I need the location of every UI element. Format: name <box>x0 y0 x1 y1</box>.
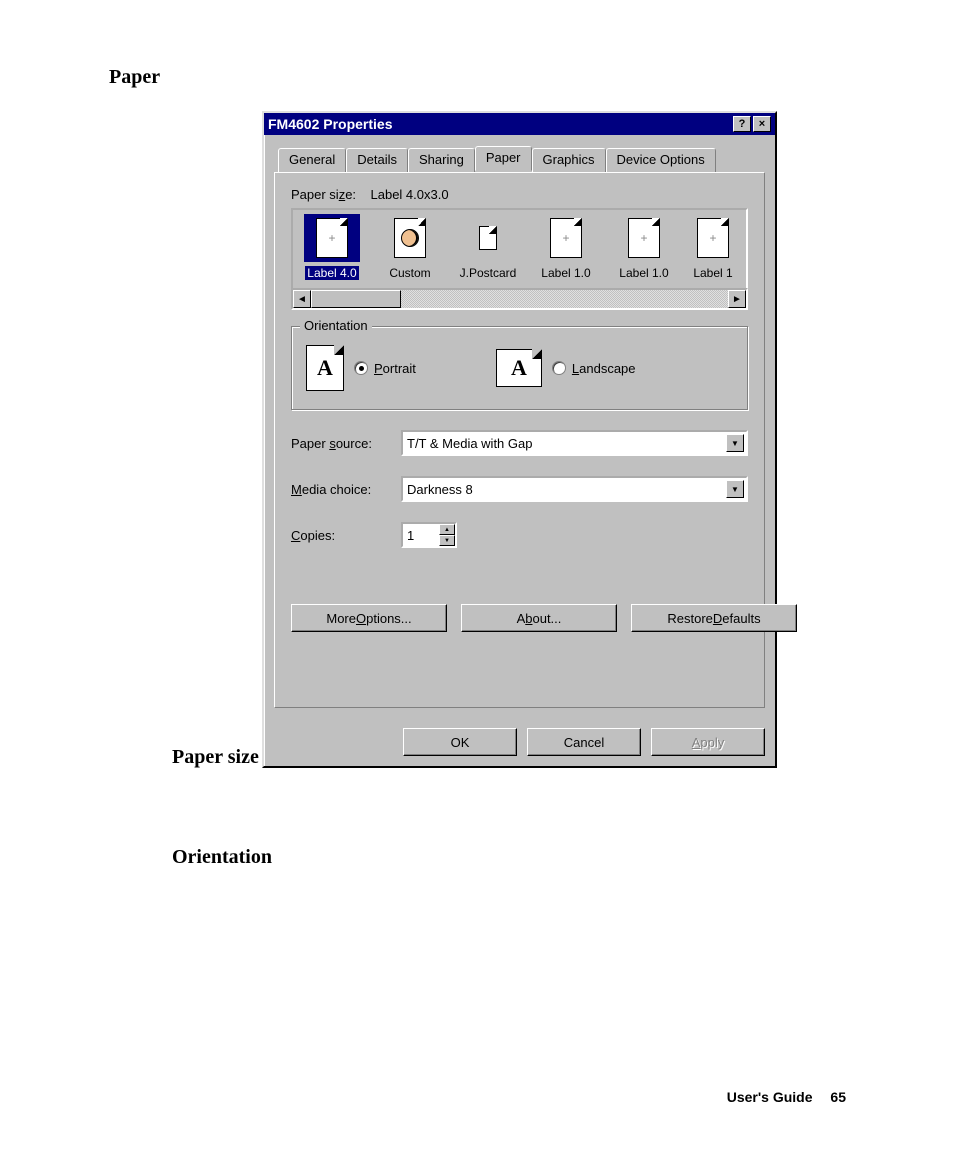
heading-paper: Paper <box>109 66 160 89</box>
tab-panel-paper: Paper size: Label 4.0x3.0 + Label 4.0 Cu… <box>274 172 765 708</box>
media-choice-label: Media choice: <box>291 482 401 497</box>
tab-general[interactable]: General <box>278 148 346 173</box>
paper-item-label10a[interactable]: + Label 1.0 <box>527 212 605 288</box>
spinner-up-icon[interactable]: ▲ <box>439 524 455 535</box>
cancel-button[interactable]: Cancel <box>527 728 641 756</box>
scroll-right-icon[interactable]: ► <box>728 290 746 308</box>
tab-paper[interactable]: Paper <box>475 146 532 171</box>
more-options-button[interactable]: More Options... <box>291 604 447 632</box>
paper-item-label10b[interactable]: + Label 1.0 <box>605 212 683 288</box>
heading-orientation: Orientation <box>172 846 272 869</box>
portrait-icon: A <box>306 345 344 391</box>
paper-item-label: Custom <box>389 266 430 280</box>
page-icon: + <box>697 218 729 258</box>
spinner-down-icon[interactable]: ▼ <box>439 535 455 546</box>
tab-sharing[interactable]: Sharing <box>408 148 475 173</box>
tab-graphics[interactable]: Graphics <box>532 148 606 173</box>
help-icon[interactable]: ? <box>733 116 751 132</box>
media-choice-combo[interactable]: Darkness 8 ▼ <box>401 476 748 502</box>
scroll-thumb[interactable] <box>311 290 401 308</box>
paper-source-value: T/T & Media with Gap <box>407 436 532 451</box>
paper-item-label1[interactable]: + Label 1 <box>683 212 743 288</box>
ok-button[interactable]: OK <box>403 728 517 756</box>
landscape-label: Landscape <box>572 361 636 376</box>
radio-dot-icon <box>354 361 368 375</box>
paper-item-custom[interactable]: Custom <box>371 212 449 288</box>
scroll-left-icon[interactable]: ◄ <box>293 290 311 308</box>
orientation-legend: Orientation <box>300 318 372 333</box>
titlebar[interactable]: FM4602 Properties ? × <box>264 113 775 135</box>
landscape-icon: A <box>496 349 542 387</box>
paper-item-label40[interactable]: + Label 4.0 <box>293 212 371 288</box>
tab-strip: General Details Sharing Paper Graphics D… <box>278 147 765 172</box>
about-button[interactable]: About... <box>461 604 617 632</box>
paper-item-jpostcard[interactable]: J.Postcard <box>449 212 527 288</box>
paper-list-scrollbar[interactable]: ◄ ► <box>291 288 748 310</box>
footer-label: User's Guide <box>727 1089 813 1105</box>
portrait-radio[interactable]: Portrait <box>354 361 416 376</box>
page-icon: + <box>628 218 660 258</box>
dialog-title: FM4602 Properties <box>268 116 393 132</box>
paper-size-list[interactable]: + Label 4.0 Custom J.Postcard + Label 1.… <box>291 208 748 290</box>
page-footer: User's Guide 65 <box>727 1089 846 1105</box>
apply-button[interactable]: Apply <box>651 728 765 756</box>
paper-item-label: Label 4.0 <box>305 266 358 280</box>
chevron-down-icon[interactable]: ▼ <box>726 434 744 452</box>
custom-icon <box>394 218 426 258</box>
scroll-track[interactable] <box>311 290 728 308</box>
page-icon: + <box>316 218 348 258</box>
chevron-down-icon[interactable]: ▼ <box>726 480 744 498</box>
heading-paper-size: Paper size <box>172 746 259 769</box>
media-choice-value: Darkness 8 <box>407 482 473 497</box>
close-icon[interactable]: × <box>753 116 771 132</box>
tab-details[interactable]: Details <box>346 148 408 173</box>
radio-dot-icon <box>552 361 566 375</box>
orientation-group: Orientation A Portrait A Landscape <box>291 326 748 410</box>
tab-device-options[interactable]: Device Options <box>606 148 716 173</box>
paper-source-combo[interactable]: T/T & Media with Gap ▼ <box>401 430 748 456</box>
paper-source-label: Paper source: <box>291 436 401 451</box>
landscape-radio[interactable]: Landscape <box>552 361 636 376</box>
paper-item-label: Label 1 <box>693 266 732 280</box>
properties-dialog: FM4602 Properties ? × General Details Sh… <box>262 111 777 768</box>
page-icon: + <box>550 218 582 258</box>
copies-label: Copies: <box>291 528 401 543</box>
copies-value: 1 <box>407 528 414 543</box>
portrait-label: Portrait <box>374 361 416 376</box>
paper-item-label: J.Postcard <box>460 266 517 280</box>
paper-item-label: Label 1.0 <box>541 266 590 280</box>
paper-size-label: Paper size: <box>291 187 356 202</box>
page-icon <box>479 226 497 250</box>
copies-spinner[interactable]: 1 ▲ ▼ <box>401 522 457 548</box>
paper-size-value: Label 4.0x3.0 <box>371 187 449 202</box>
paper-item-label: Label 1.0 <box>619 266 668 280</box>
footer-page-number: 65 <box>830 1089 846 1105</box>
restore-defaults-button[interactable]: Restore Defaults <box>631 604 797 632</box>
